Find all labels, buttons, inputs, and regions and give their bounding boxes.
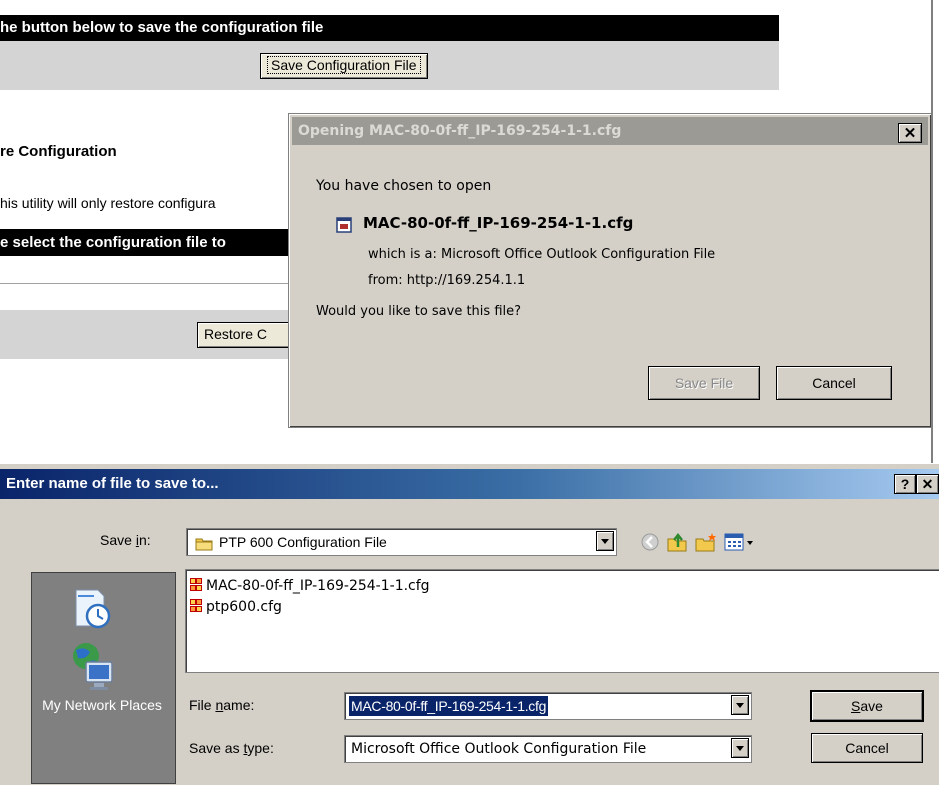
file-name: MAC-80-0f-ff_IP-169-254-1-1.cfg (206, 578, 430, 594)
opening-file-dialog: Opening MAC-80-0f-ff_IP-169-254-1-1.cfg … (288, 113, 932, 428)
chevron-down-icon[interactable] (731, 738, 749, 758)
save-in-label: Save in: (100, 532, 151, 548)
save-as-type-value: Microsoft Office Outlook Configuration F… (351, 741, 647, 757)
file-source-line: from: http://169.254.1.1 (368, 273, 525, 288)
file-name-label-prefix: File (189, 697, 216, 713)
select-config-header: e select the configuration file to (0, 229, 296, 256)
file-type-value: Microsoft Office Outlook Configuration F… (441, 247, 716, 262)
save-as-type-dropdown[interactable]: Microsoft Office Outlook Configuration F… (344, 735, 752, 763)
config-file-icon (190, 599, 203, 613)
file-type-line: which is a: Microsoft Office Outlook Con… (368, 247, 715, 262)
opening-cancel-button[interactable]: Cancel (776, 366, 892, 400)
my-network-places-icon[interactable] (66, 640, 116, 692)
list-item[interactable]: MAC-80-0f-ff_IP-169-254-1-1.cfg (190, 576, 430, 596)
save-file-label: Save File (674, 375, 734, 391)
recent-documents-icon[interactable] (70, 586, 114, 630)
view-menu-icon[interactable] (724, 532, 756, 552)
config-file-icon (190, 578, 203, 592)
list-item[interactable]: ptp600.cfg (190, 597, 282, 617)
save-as-title: Enter name of file to save to... (6, 475, 219, 492)
places-label-my-network-places[interactable]: My Network Places (42, 697, 162, 714)
save-config-header-text: he button below to save the configuratio… (0, 19, 324, 36)
opening-dialog-titlebar: Opening MAC-80-0f-ff_IP-169-254-1-1.cfg (292, 117, 928, 145)
opening-dialog-title: Opening MAC-80-0f-ff_IP-169-254-1-1.cfg (298, 123, 622, 139)
new-folder-icon[interactable] (694, 531, 718, 553)
help-button[interactable]: ? (894, 474, 916, 494)
back-icon[interactable] (640, 532, 660, 552)
restore-configuration-label: Restore C (204, 326, 268, 342)
save-configuration-file-label: Save Configuration File (267, 56, 421, 74)
save-in-label-suffix: n: (138, 532, 151, 548)
chevron-down-icon[interactable] (596, 531, 614, 551)
file-list[interactable]: MAC-80-0f-ff_IP-169-254-1-1.cfg ptp600.c… (185, 569, 939, 673)
file-name-value: MAC-80-0f-ff_IP-169-254-1-1.cfg (349, 696, 549, 716)
save-file-button[interactable]: Save File (648, 366, 760, 400)
file-type-icon (336, 217, 352, 233)
file-name: ptp600.cfg (206, 599, 282, 615)
file-source-label: from: (368, 273, 403, 288)
help-icon: ? (900, 476, 910, 492)
close-icon: ✕ (921, 476, 934, 492)
chevron-down-icon[interactable] (731, 695, 749, 715)
save-as-type-label: Save as type: (189, 740, 274, 756)
save-as-type-label-prefix: Save as (189, 740, 244, 756)
save-button-rest: ave (860, 698, 883, 714)
save-as-titlebar: Enter name of file to save to... (0, 469, 939, 499)
select-config-header-text: e select the configuration file to (0, 234, 226, 251)
save-question: Would you like to save this file? (316, 304, 522, 319)
save-as-cancel-label: Cancel (845, 740, 889, 756)
opening-cancel-label: Cancel (812, 375, 856, 391)
folder-icon (195, 534, 213, 551)
save-in-dropdown[interactable]: PTP 600 Configuration File (186, 528, 617, 556)
save-configuration-file-button[interactable]: Save Configuration File (260, 53, 428, 79)
file-name-label: File name: (189, 697, 254, 713)
save-as-type-label-suffix: ype: (247, 740, 274, 756)
save-as-cancel-button[interactable]: Cancel (811, 733, 923, 763)
restore-note: his utility will only restore configura (0, 195, 216, 211)
file-type-label: which is a: (368, 247, 437, 262)
save-in-value: PTP 600 Configuration File (219, 534, 387, 550)
opening-intro-text: You have chosen to open (316, 178, 492, 194)
save-button[interactable]: Save (811, 691, 923, 721)
close-icon: ✕ (903, 125, 917, 142)
restore-file-input[interactable] (0, 256, 290, 284)
file-name-input[interactable]: MAC-80-0f-ff_IP-169-254-1-1.cfg (344, 692, 752, 720)
restore-configuration-heading: re Configuration (0, 143, 117, 160)
up-folder-icon[interactable] (666, 531, 688, 553)
save-in-label-prefix: Save (100, 532, 136, 548)
save-config-header: he button below to save the configuratio… (0, 15, 779, 41)
file-source-value: http://169.254.1.1 (406, 273, 526, 288)
opening-dialog-close-button[interactable]: ✕ (898, 123, 922, 143)
save-button-accel: S (851, 698, 861, 714)
file-name-label-suffix: ame: (223, 697, 255, 713)
opening-filename: MAC-80-0f-ff_IP-169-254-1-1.cfg (363, 214, 634, 232)
save-as-close-button[interactable]: ✕ (916, 474, 939, 494)
